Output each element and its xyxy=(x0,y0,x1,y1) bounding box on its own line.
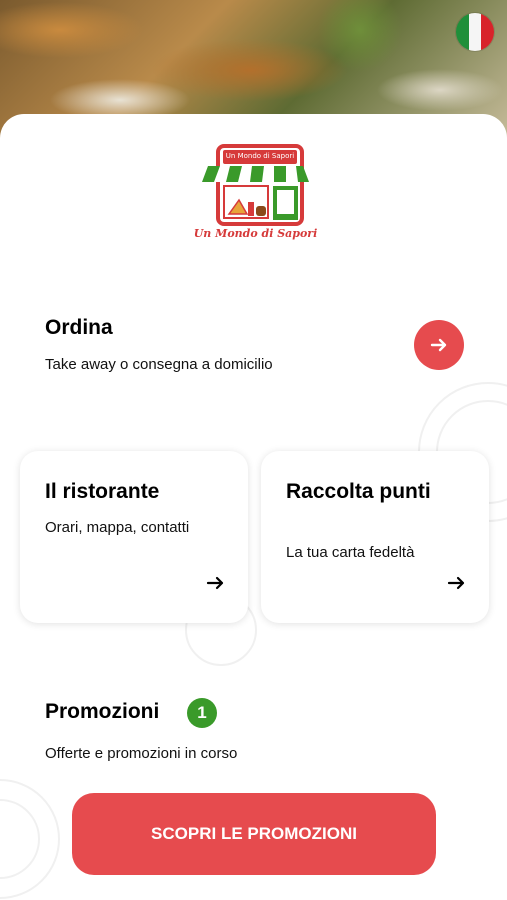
arrow-right-icon xyxy=(430,338,447,352)
ordina-subtitle: Take away o consegna a domicilio xyxy=(45,356,273,373)
promozioni-title: Promozioni xyxy=(45,700,160,723)
card-subtitle: Orari, mappa, contatti xyxy=(45,519,190,536)
logo-text: Un Mondo di Sapori xyxy=(193,227,318,240)
card-ristorante[interactable]: Il ristorante Orari, mappa, contatti xyxy=(20,451,248,623)
card-title: Il ristorante xyxy=(45,480,160,503)
scopri-promozioni-button[interactable]: SCOPRI LE PROMOZIONI xyxy=(72,793,436,875)
card-raccolta-punti[interactable]: Raccolta punti La tua carta fedeltà xyxy=(261,451,489,623)
italy-flag-icon[interactable] xyxy=(455,12,495,52)
arrow-right-icon xyxy=(206,576,224,590)
card-title: Raccolta punti xyxy=(286,480,431,503)
card-subtitle: La tua carta fedeltà xyxy=(286,544,415,561)
ordina-button[interactable] xyxy=(414,320,464,370)
brand-logo: Un Mondo di Sapori Un Mondo di Sapori xyxy=(193,144,318,244)
promozioni-subtitle: Offerte e promozioni in corso xyxy=(45,745,238,762)
main-sheet: Un Mondo di Sapori Un Mondo di Sapori Or… xyxy=(0,114,507,900)
promo-count-badge: 1 xyxy=(187,698,217,728)
logo-top-text: Un Mondo di Sapori xyxy=(225,152,295,160)
ordina-title[interactable]: Ordina xyxy=(45,316,113,340)
arrow-right-icon xyxy=(447,576,465,590)
